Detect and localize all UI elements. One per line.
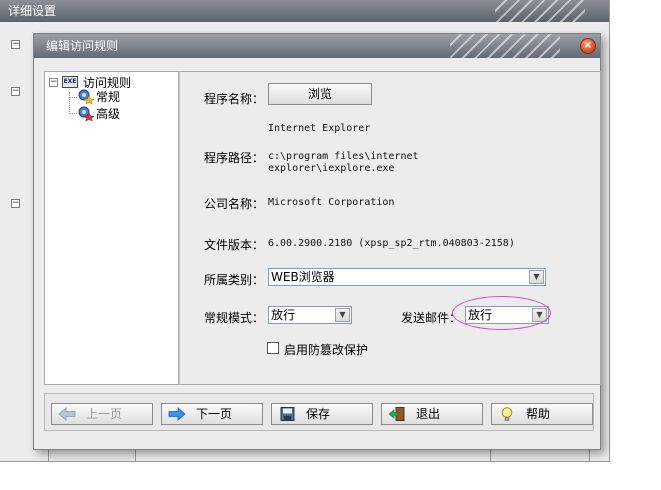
help-label: 帮助 <box>526 407 551 421</box>
exe-icon: EXE <box>62 76 78 88</box>
tamper-protection-label[interactable]: 启用防篡改保护 <box>284 341 368 358</box>
tree-collapse-icon[interactable]: − <box>49 78 58 87</box>
titlebar-stripes <box>450 34 560 58</box>
background-button <box>490 448 590 462</box>
tree-item-advanced[interactable]: 高级 <box>96 107 120 121</box>
general-mode-select[interactable]: 放行 ▼ <box>268 306 352 324</box>
arrow-right-icon <box>168 407 186 421</box>
prev-page-label: 上一页 <box>86 407 123 421</box>
edit-access-rule-dialog: 编辑访问规则 × − EXE 访问规则 常规 高级 程序名称： 浏览 Inter… <box>33 33 601 450</box>
exit-door-icon <box>388 407 405 421</box>
general-settings-icon <box>78 89 94 104</box>
prev-page-button[interactable]: 上一页 <box>51 403 153 425</box>
rule-tree: − EXE 访问规则 常规 高级 <box>44 71 179 385</box>
save-button[interactable]: 保存 <box>271 403 373 425</box>
background-tree-expander[interactable]: − <box>11 199 20 208</box>
background-tree-expander[interactable]: − <box>11 40 20 49</box>
arrow-left-icon <box>58 407 76 421</box>
category-select[interactable]: WEB浏览器 ▼ <box>268 268 546 286</box>
general-mode-select-value: 放行 <box>271 308 296 322</box>
tamper-protection-checkbox[interactable] <box>267 342 279 354</box>
button-bar: 上一页 下一页 保存 退出 帮助 <box>44 393 594 431</box>
tree-item-general[interactable]: 常规 <box>96 90 120 104</box>
program-name-label: 程序名称： <box>204 92 265 106</box>
next-page-button[interactable]: 下一页 <box>161 403 263 425</box>
help-button[interactable]: 帮助 <box>491 403 593 425</box>
titlebar-stripes <box>495 0 585 22</box>
program-path-line1: c:\program files\internet <box>268 151 419 162</box>
program-path-label: 程序路径： <box>204 151 265 165</box>
floppy-disk-icon <box>280 407 295 421</box>
file-version-value: 6.00.2900.2180 (xpsp_sp2_rtm.040803-2158… <box>268 238 515 249</box>
next-page-label: 下一页 <box>196 407 233 421</box>
general-mode-label: 常规模式： <box>204 311 265 325</box>
program-path-line2: explorer\iexplore.exe <box>268 163 395 174</box>
lightbulb-icon <box>501 407 513 421</box>
chevron-down-icon[interactable]: ▼ <box>335 308 350 322</box>
close-button[interactable]: × <box>580 38 596 54</box>
program-name-value: Internet Explorer <box>268 123 371 134</box>
company-name-value: Microsoft Corporation <box>268 197 395 208</box>
highlight-annotation <box>452 296 551 330</box>
save-label: 保存 <box>306 407 331 421</box>
tree-connector <box>69 92 70 114</box>
exit-label: 退出 <box>416 407 441 421</box>
chevron-down-icon[interactable]: ▼ <box>529 270 544 284</box>
advanced-settings-icon <box>78 106 94 121</box>
tree-connector <box>69 113 77 114</box>
file-version-label: 文件版本： <box>204 238 265 252</box>
background-tree-expander[interactable]: − <box>11 87 20 96</box>
category-select-value: WEB浏览器 <box>271 270 335 284</box>
settings-content: 程序名称： 浏览 Internet Explorer 程序路径： c:\prog… <box>179 71 601 385</box>
background-button <box>48 448 136 462</box>
browse-button[interactable]: 浏览 <box>268 83 372 105</box>
company-name-label: 公司名称： <box>204 197 265 211</box>
exit-button[interactable]: 退出 <box>381 403 483 425</box>
tree-connector <box>69 97 77 98</box>
category-label: 所属类别： <box>204 273 265 287</box>
dialog-title: 编辑访问规则 <box>46 39 119 53</box>
